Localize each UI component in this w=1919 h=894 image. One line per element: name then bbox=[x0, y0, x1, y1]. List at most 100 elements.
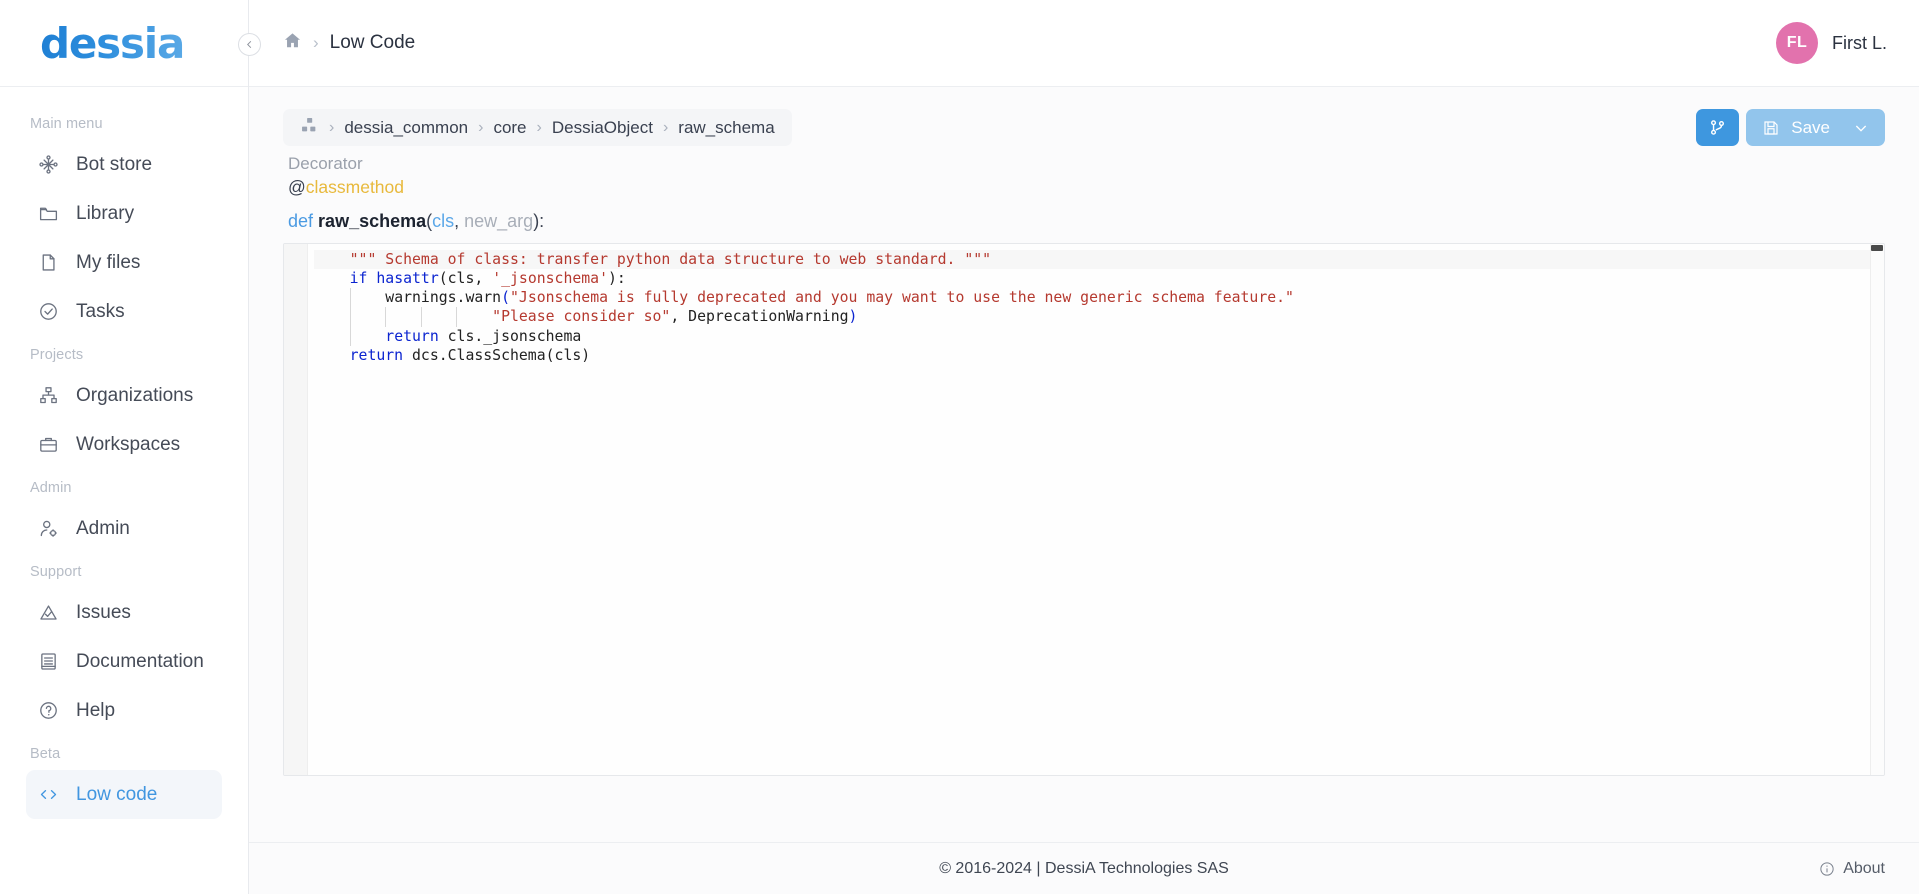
package-cubes-icon[interactable] bbox=[300, 116, 319, 140]
main-area: › Low Code FL First L. › dessia_common › co… bbox=[249, 0, 1919, 894]
code-editor[interactable]: """ Schema of class: transfer python dat… bbox=[283, 242, 1885, 776]
breadcrumb-item-dessia_common[interactable]: dessia_common bbox=[344, 118, 468, 138]
indent-guide bbox=[456, 307, 458, 327]
brand-logo[interactable]: dessia bbox=[0, 0, 248, 87]
save-button-label: Save bbox=[1791, 117, 1830, 137]
sidebar-section-support: Support bbox=[30, 564, 82, 580]
info-circle-icon bbox=[1820, 861, 1834, 876]
close-paren: ): bbox=[533, 210, 545, 231]
avatar[interactable]: FL bbox=[1775, 22, 1818, 64]
breadcrumb-item-core[interactable]: core bbox=[493, 118, 526, 138]
sidebar-item-documentation[interactable]: Documentation bbox=[26, 637, 222, 686]
sidebar-section-main-menu: Main menu bbox=[30, 116, 103, 132]
editor-gutter bbox=[284, 243, 308, 775]
sidebar-item-issues[interactable]: Issues bbox=[26, 588, 222, 637]
sidebar-item-label: Organizations bbox=[76, 384, 194, 406]
save-button[interactable]: Save bbox=[1746, 109, 1885, 146]
function-signature: Decorator @classmethod def raw_schema(cl… bbox=[283, 146, 1885, 235]
breadcrumb-item-raw_schema[interactable]: raw_schema bbox=[678, 118, 774, 138]
sidebar-item-workspaces[interactable]: Workspaces bbox=[26, 420, 222, 469]
code-line: warnings.warn("Jsonschema is fully depre… bbox=[314, 288, 1870, 308]
breadcrumb-separator: › bbox=[536, 118, 542, 136]
action-buttons: Save bbox=[1696, 109, 1885, 146]
content-area: › dessia_common › core › DessiaObject › raw_sch… bbox=[249, 87, 1919, 842]
folder-icon bbox=[37, 203, 59, 225]
code-token: """ Schema of class: transfer python dat… bbox=[349, 250, 992, 268]
indent-guide bbox=[385, 307, 387, 327]
breadcrumb-item-DessiaObject[interactable]: DessiaObject bbox=[552, 118, 653, 138]
user-menu[interactable]: FL First L. bbox=[1775, 22, 1887, 64]
sidebar-item-bot-store[interactable]: Bot store bbox=[26, 140, 222, 189]
toolbar-row: › dessia_common › core › DessiaObject › raw_sch… bbox=[283, 109, 1885, 146]
decorator-line: @classmethod bbox=[288, 176, 1885, 200]
editor-code[interactable]: """ Schema of class: transfer python dat… bbox=[308, 244, 1870, 366]
sidebar-item-label: Tasks bbox=[76, 300, 125, 322]
user-name: First L. bbox=[1831, 32, 1887, 53]
breadcrumb-separator: › bbox=[329, 118, 335, 136]
warning-triangle-icon bbox=[37, 602, 59, 624]
git-branch-icon bbox=[1711, 120, 1725, 135]
function-name: raw_schema bbox=[318, 210, 427, 231]
sidebar-item-label: Workspaces bbox=[76, 433, 181, 455]
sidebar-item-organizations[interactable]: Organizations bbox=[26, 371, 222, 420]
sidebar-item-library[interactable]: Library bbox=[26, 189, 222, 238]
home-icon[interactable] bbox=[283, 31, 302, 55]
app-root: dessia Main menu Bot store Library My files… bbox=[0, 0, 1919, 894]
sidebar-item-label: Bot store bbox=[76, 153, 153, 175]
logo-text: dessia bbox=[40, 18, 185, 68]
code-token: "Please consider so" bbox=[492, 308, 671, 326]
breadcrumb-top: › Low Code bbox=[283, 31, 415, 55]
indent-guide bbox=[349, 326, 351, 347]
def-keyword: def bbox=[288, 210, 314, 231]
breadcrumb-separator: › bbox=[478, 118, 484, 136]
breadcrumb-separator: › bbox=[662, 118, 669, 136]
sidebar-item-tasks[interactable]: Tasks bbox=[26, 287, 222, 336]
sidebar: dessia Main menu Bot store Library My files… bbox=[0, 0, 249, 894]
file-icon bbox=[37, 252, 59, 274]
code-line: return dcs.ClassSchema(cls) bbox=[314, 346, 1870, 365]
sitemap-icon bbox=[37, 385, 59, 407]
sidebar-item-label: Library bbox=[76, 202, 135, 224]
question-circle-icon bbox=[37, 700, 59, 722]
book-icon bbox=[37, 651, 59, 673]
sidebar-item-admin[interactable]: Admin bbox=[26, 504, 222, 553]
code-token: cls._jsonschema bbox=[447, 327, 582, 345]
editor-scrollbar-thumb[interactable] bbox=[1871, 244, 1883, 251]
param-comma: , bbox=[454, 210, 465, 231]
sidebar-item-help[interactable]: Help bbox=[26, 686, 222, 735]
briefcase-icon bbox=[37, 434, 59, 456]
indent-guide bbox=[349, 288, 351, 308]
code-token: '_jsonschema' bbox=[492, 269, 608, 287]
branch-button[interactable] bbox=[1696, 109, 1740, 146]
sidebar-item-label: My files bbox=[76, 251, 141, 273]
def-line: def raw_schema(cls, new_arg): bbox=[288, 200, 1885, 235]
sidebar-nav: Main menu Bot store Library My files Tasks Pr… bbox=[0, 87, 248, 894]
sidebar-item-my-files[interactable]: My files bbox=[26, 238, 222, 287]
sidebar-item-low-code[interactable]: Low code bbox=[26, 770, 222, 819]
sidebar-item-label: Documentation bbox=[76, 650, 204, 672]
editor-scrollbar[interactable] bbox=[1870, 243, 1884, 775]
param-new-arg: new_arg bbox=[464, 210, 534, 231]
code-line: "Please consider so", DeprecationWarning… bbox=[314, 307, 1870, 327]
top-bar: › Low Code FL First L. bbox=[249, 0, 1919, 87]
sidebar-section-beta: Beta bbox=[30, 746, 61, 762]
code-token: hasattr bbox=[376, 269, 439, 287]
about-link[interactable]: About bbox=[1819, 860, 1885, 878]
sidebar-item-label: Low code bbox=[76, 783, 158, 805]
sidebar-collapse-button[interactable] bbox=[238, 33, 261, 56]
sidebar-item-label: Help bbox=[76, 699, 116, 721]
code-brackets-icon bbox=[37, 784, 59, 806]
code-line: return cls._jsonschema bbox=[314, 326, 1870, 347]
code-token: "Jsonschema is fully deprecated and you … bbox=[510, 289, 1294, 307]
code-line: """ Schema of class: transfer python dat… bbox=[314, 249, 1870, 269]
code-token: , DeprecationWarning bbox=[670, 308, 849, 326]
code-token: return bbox=[349, 347, 412, 365]
code-token: ) bbox=[848, 308, 858, 326]
sidebar-item-label: Issues bbox=[76, 601, 131, 623]
breadcrumb-separator: › bbox=[313, 33, 319, 52]
decorator-at: @ bbox=[288, 176, 306, 197]
